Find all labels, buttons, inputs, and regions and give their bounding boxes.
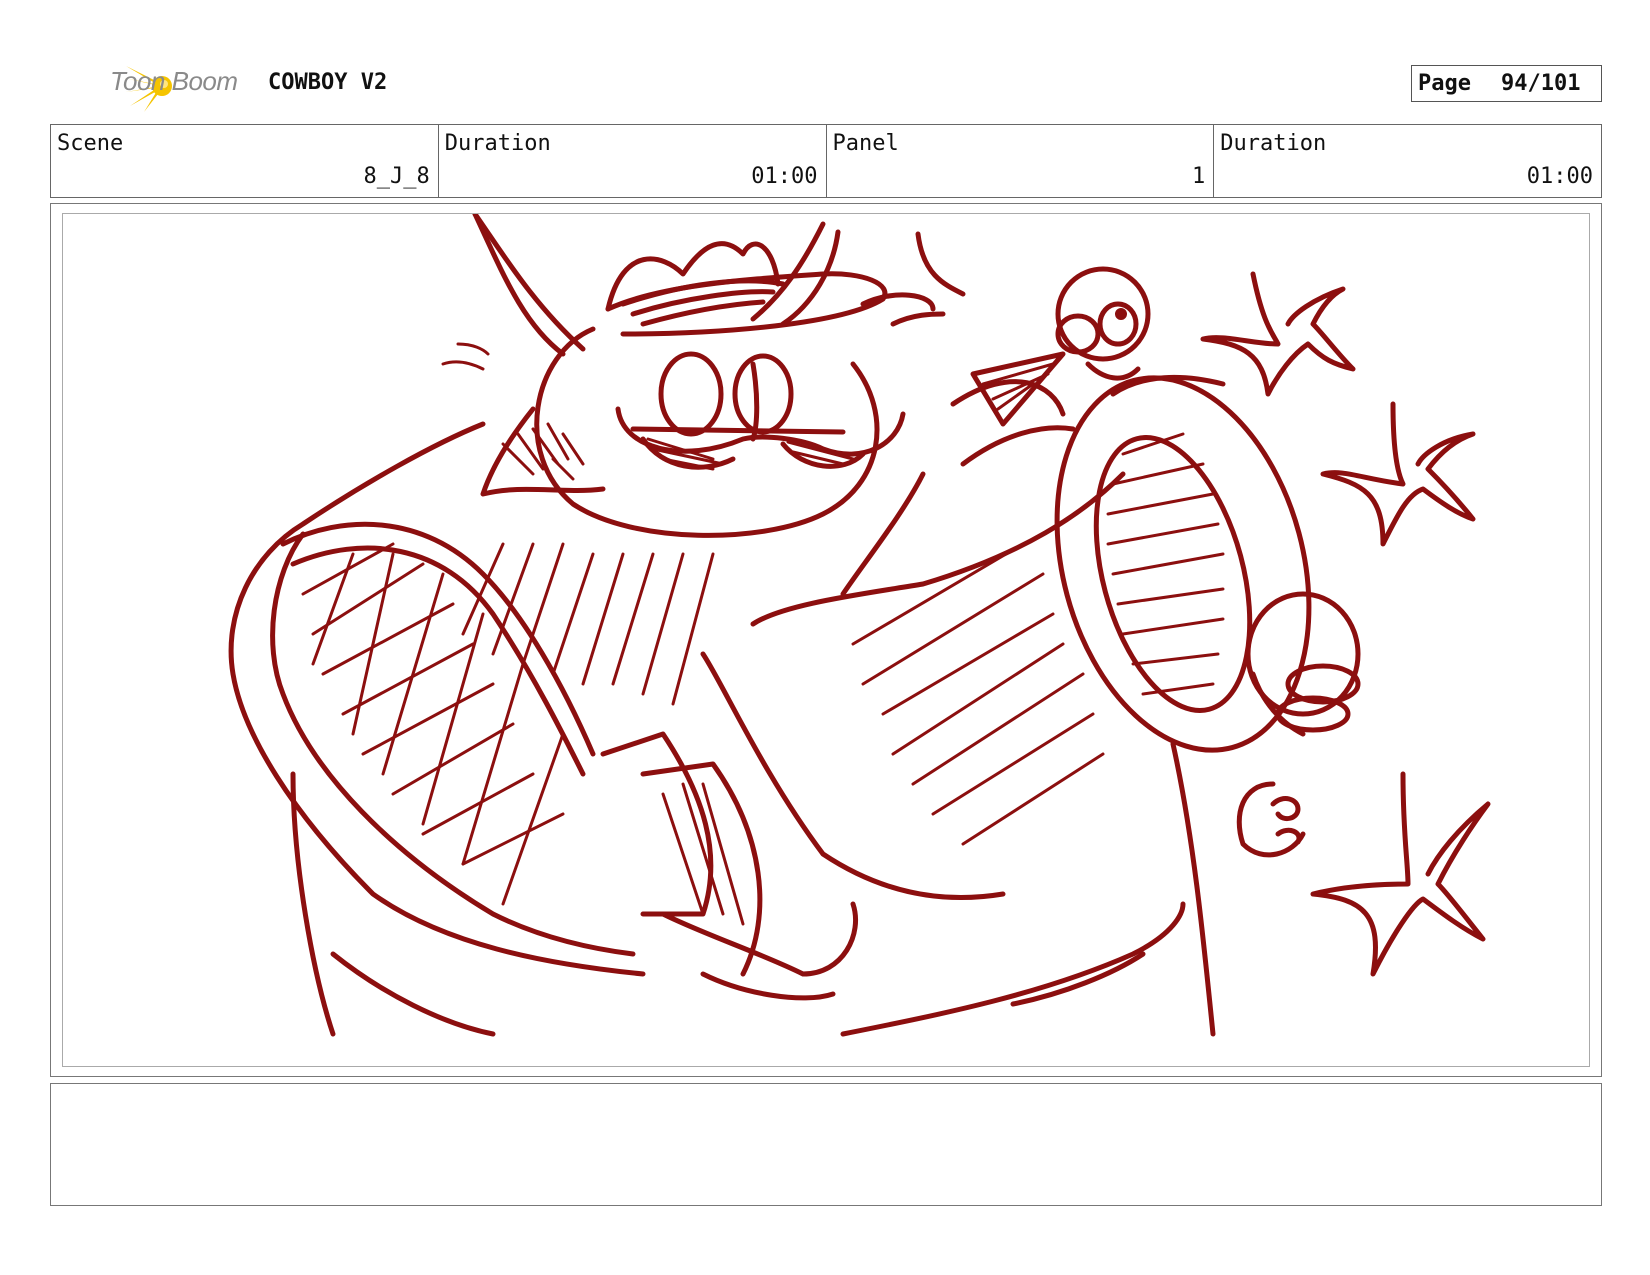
- page-number: 94/101: [1500, 71, 1581, 96]
- scene-duration-cell: Duration 01:00: [439, 125, 827, 197]
- scene-value: 8_J_8: [363, 164, 430, 189]
- page-label: Page: [1418, 71, 1471, 96]
- scene-info-table: Scene 8_J_8 Duration 01:00 Panel 1 Durat…: [50, 124, 1602, 198]
- storyboard-panel: [62, 213, 1590, 1067]
- scene-label: Scene: [57, 131, 124, 156]
- scene-duration-value: 01:00: [751, 164, 818, 189]
- logo-text: Toon Boom: [110, 66, 238, 96]
- panel-duration-label: Duration: [1220, 131, 1327, 156]
- page-indicator: Page 94/101: [1411, 65, 1602, 102]
- storyboard-panel-frame: [50, 203, 1602, 1077]
- panel-duration-cell: Duration 01:00: [1214, 125, 1601, 197]
- panel-notes-box[interactable]: [50, 1083, 1602, 1206]
- panel-cell: Panel 1: [827, 125, 1215, 197]
- scene-cell: Scene 8_J_8: [51, 125, 439, 197]
- panel-value: 1: [1192, 164, 1206, 189]
- cowboy-sketch-image: [228, 214, 1491, 1037]
- panel-label: Panel: [832, 131, 899, 156]
- panel-duration-value: 01:00: [1526, 164, 1593, 189]
- scene-duration-label: Duration: [444, 131, 551, 156]
- project-title: COWBOY V2: [268, 70, 388, 95]
